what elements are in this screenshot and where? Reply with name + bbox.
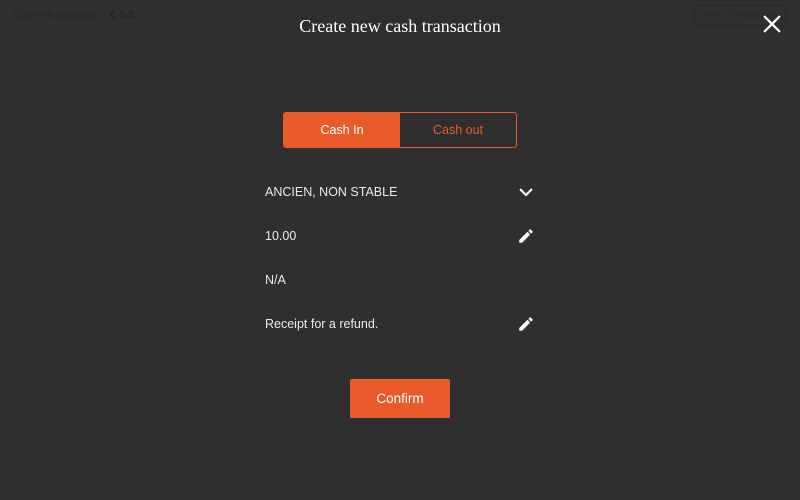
tab-cash-out-label: Cash out (433, 123, 483, 137)
note-row[interactable]: Receipt for a refund. (265, 302, 535, 346)
modal-overlay: Create new cash transaction Cash In Cash… (0, 0, 800, 500)
user-row: N/A (265, 258, 535, 302)
note-value: Receipt for a refund. (265, 317, 378, 331)
modal-title: Create new cash transaction (0, 16, 800, 37)
amount-row[interactable]: 10.00 (265, 214, 535, 258)
amount-value: 10.00 (265, 229, 296, 243)
pencil-icon (517, 227, 535, 245)
tab-cash-out[interactable]: Cash out (400, 113, 516, 147)
confirm-button[interactable]: Confirm (350, 379, 449, 418)
tab-cash-in-label: Cash In (320, 123, 363, 137)
reason-row[interactable]: ANCIEN, NON STABLE (265, 170, 535, 214)
close-button[interactable] (758, 12, 786, 40)
close-icon (761, 13, 783, 40)
pencil-icon (517, 315, 535, 333)
reason-value: ANCIEN, NON STABLE (265, 185, 397, 199)
user-value: N/A (265, 273, 286, 287)
confirm-wrap: Confirm (0, 379, 800, 418)
chevron-down-icon (517, 183, 535, 201)
transaction-type-tabs: Cash In Cash out (283, 112, 517, 148)
tab-cash-in[interactable]: Cash In (284, 113, 400, 147)
modal-content: Cash In Cash out ANCIEN, NON STABLE 10.0… (265, 112, 535, 346)
